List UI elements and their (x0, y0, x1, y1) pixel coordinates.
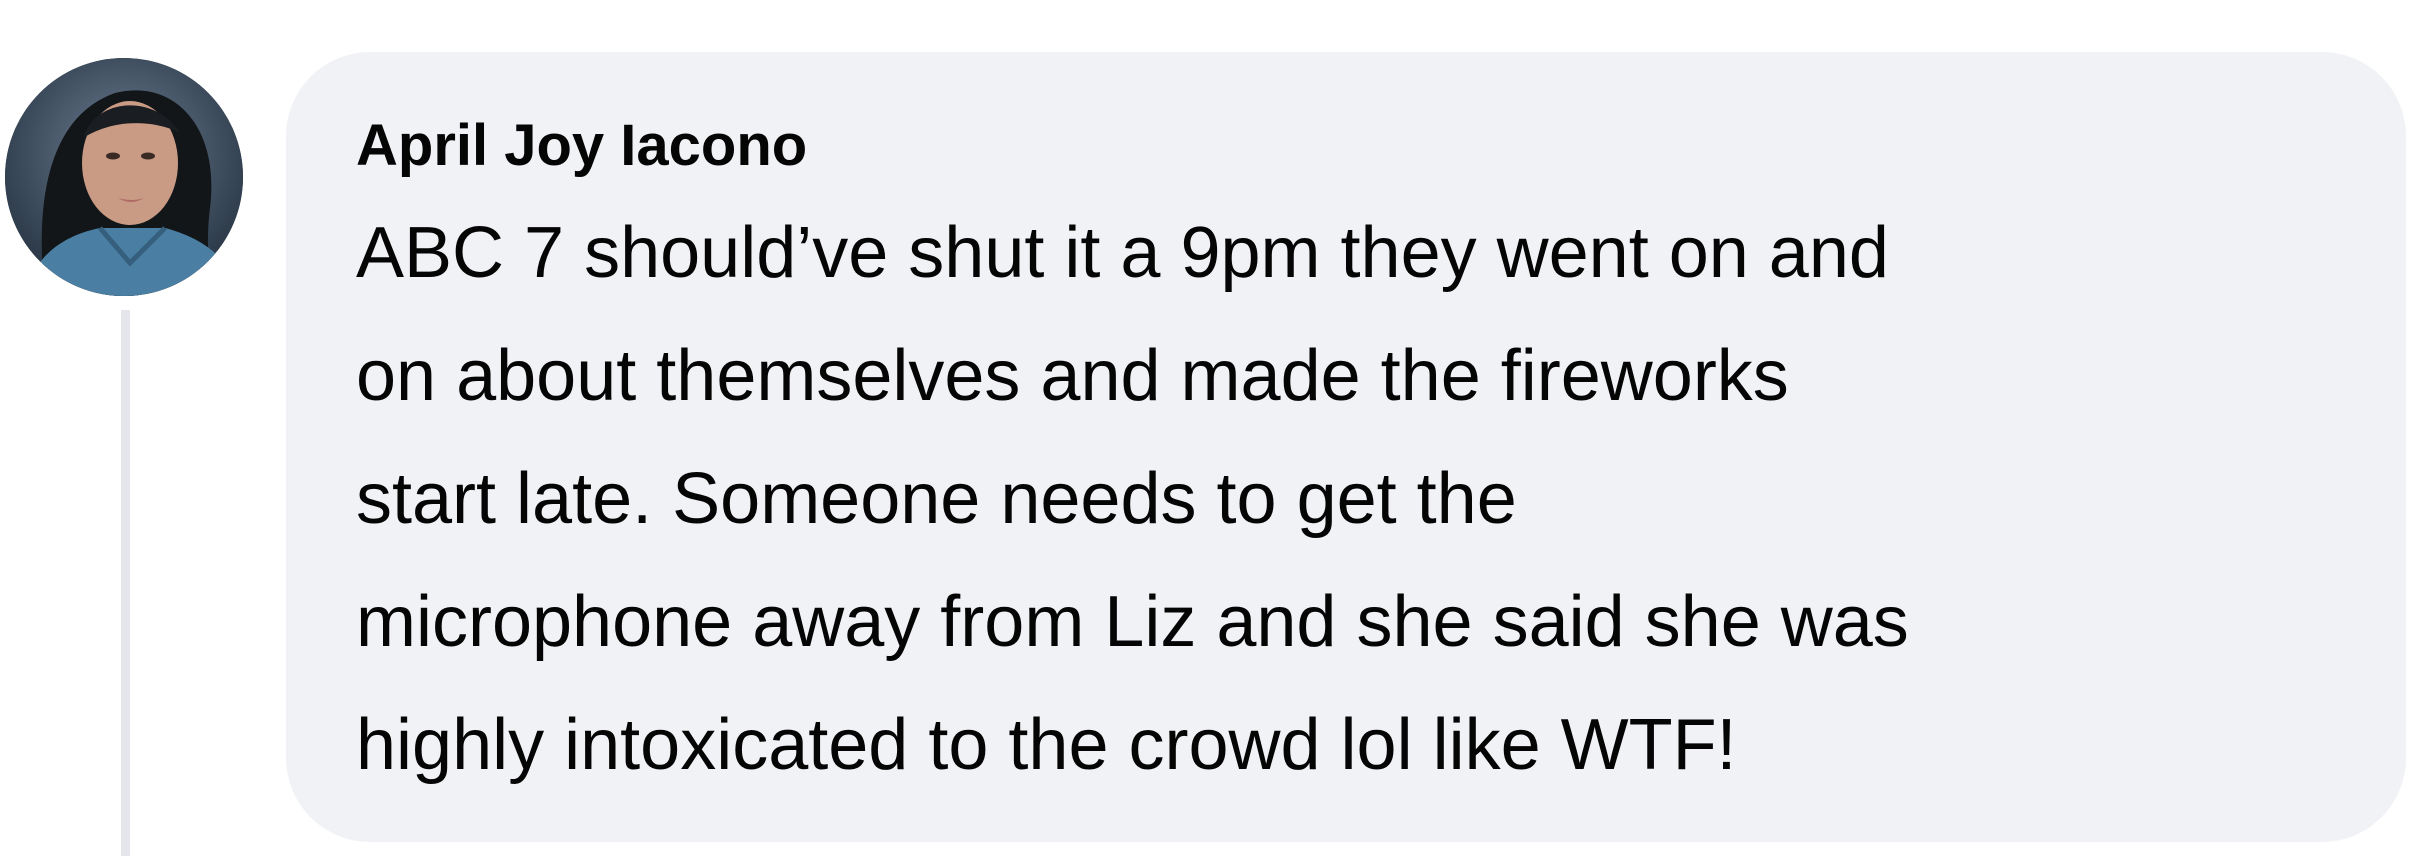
comment-bubble: April Joy Iacono ABC 7 should’ve shut it… (286, 52, 2406, 842)
comment-author[interactable]: April Joy Iacono (356, 110, 2336, 182)
profile-photo-icon (5, 58, 243, 296)
thread-line (121, 310, 130, 856)
avatar[interactable] (5, 58, 243, 296)
comment-text: ABC 7 should’ve shut it a 9pm they went … (356, 213, 1909, 785)
